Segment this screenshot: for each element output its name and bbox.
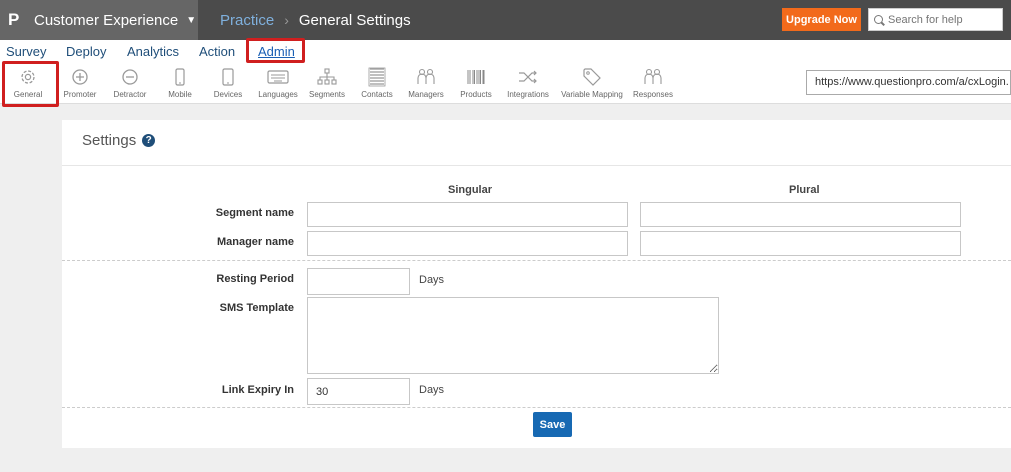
login-url-field[interactable]: https://www.questionpro.com/a/cxLogin. xyxy=(806,70,1011,95)
tool-label: Responses xyxy=(632,90,674,99)
managers-icon xyxy=(416,66,436,88)
settings-panel: Settings ? Singular Plural Segment name … xyxy=(62,120,1011,448)
responses-icon xyxy=(643,66,663,88)
help-search xyxy=(868,8,1003,31)
settings-title: Settings xyxy=(82,132,137,149)
tool-label: Managers xyxy=(408,90,444,99)
segment-name-label: Segment name xyxy=(215,207,294,219)
link-expiry-input[interactable] xyxy=(307,378,410,405)
resting-period-unit: Days xyxy=(419,274,445,286)
menu-survey[interactable]: Survey xyxy=(6,44,46,59)
tag-icon xyxy=(582,66,602,88)
breadcrumb: Practice › General Settings xyxy=(220,0,411,40)
hierarchy-icon xyxy=(317,66,337,88)
manager-name-singular-input[interactable] xyxy=(307,231,628,256)
tool-label: Detractor xyxy=(113,90,147,99)
help-search-input[interactable] xyxy=(888,13,998,26)
breadcrumb-practice[interactable]: Practice xyxy=(220,12,274,29)
resting-period-label: Resting Period xyxy=(216,273,294,285)
tool-languages[interactable]: Languages xyxy=(256,66,300,102)
product-switcher[interactable]: P Customer Experience ▼ xyxy=(0,0,198,40)
sms-template-label: SMS Template xyxy=(219,302,294,314)
sms-template-textarea[interactable] xyxy=(307,297,719,374)
contacts-list-icon xyxy=(367,66,387,88)
tool-managers[interactable]: Managers xyxy=(406,66,446,102)
link-expiry-label: Link Expiry In xyxy=(221,384,294,396)
barcode-icon xyxy=(466,66,486,88)
tool-mobile[interactable]: Mobile xyxy=(160,66,200,102)
shuffle-icon xyxy=(517,66,539,88)
segment-name-plural-input[interactable] xyxy=(640,202,961,227)
general-highlight-box xyxy=(2,61,59,107)
tool-segments[interactable]: Segments xyxy=(307,66,347,102)
product-title: Customer Experience xyxy=(34,11,179,29)
tool-label: Segments xyxy=(308,90,346,99)
plus-circle-icon xyxy=(71,66,89,88)
settings-heading: Settings ? xyxy=(82,132,156,149)
column-singular: Singular xyxy=(448,184,493,196)
menu-action[interactable]: Action xyxy=(199,44,235,59)
tool-label: Promoter xyxy=(63,90,97,99)
help-icon[interactable]: ? xyxy=(142,134,156,147)
tool-integrations[interactable]: Integrations xyxy=(503,66,553,102)
questionpro-logo: P xyxy=(8,10,20,29)
chevron-down-icon: ▼ xyxy=(186,14,197,26)
segment-name-singular-input[interactable] xyxy=(307,202,628,227)
menu-deploy[interactable]: Deploy xyxy=(66,44,106,59)
keyboard-icon xyxy=(267,66,289,88)
tool-label: Mobile xyxy=(168,90,192,99)
tool-variable-mapping[interactable]: Variable Mapping xyxy=(560,66,624,102)
tool-label: Products xyxy=(460,90,492,99)
tool-label: Contacts xyxy=(361,90,393,99)
link-expiry-unit: Days xyxy=(419,384,445,396)
mobile-icon xyxy=(174,66,186,88)
dashed-divider xyxy=(62,260,1011,261)
admin-highlight-box xyxy=(246,38,305,63)
tool-detractor[interactable]: Detractor xyxy=(110,66,150,102)
tool-label: Devices xyxy=(213,90,243,99)
tool-label: Variable Mapping xyxy=(561,90,623,99)
save-button[interactable]: Save xyxy=(533,412,572,437)
manager-name-label: Manager name xyxy=(216,236,294,248)
dashed-divider xyxy=(62,407,1011,408)
device-icon xyxy=(221,66,235,88)
tool-responses[interactable]: Responses xyxy=(631,66,675,102)
main-menu: Survey Deploy Analytics Action Admin xyxy=(0,40,1011,64)
manager-name-plural-input[interactable] xyxy=(640,231,961,256)
tool-products[interactable]: Products xyxy=(456,66,496,102)
upgrade-now-button[interactable]: Upgrade Now xyxy=(782,8,861,31)
column-plural: Plural xyxy=(789,184,820,196)
top-bar: P Customer Experience ▼ Practice › Gener… xyxy=(0,0,1011,40)
resting-period-input[interactable] xyxy=(307,268,410,295)
search-icon xyxy=(874,15,883,24)
page-title: General Settings xyxy=(298,11,411,29)
minus-circle-icon xyxy=(121,66,139,88)
tool-promoter[interactable]: Promoter xyxy=(60,66,100,102)
tool-label: Languages xyxy=(258,90,298,99)
breadcrumb-separator: › xyxy=(284,12,289,28)
divider xyxy=(62,165,1011,166)
tool-contacts[interactable]: Contacts xyxy=(357,66,397,102)
menu-analytics[interactable]: Analytics xyxy=(127,44,179,59)
tool-label: Integrations xyxy=(507,90,549,99)
tool-devices[interactable]: Devices xyxy=(208,66,248,102)
